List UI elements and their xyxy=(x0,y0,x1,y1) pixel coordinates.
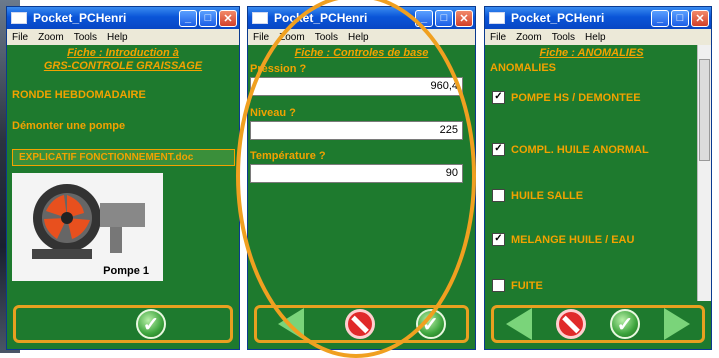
checkbox-huile-salle[interactable]: HUILE SALLE xyxy=(492,189,583,202)
menu-tools[interactable]: Tools xyxy=(74,32,97,43)
validate-button[interactable]: ✓ xyxy=(610,309,640,339)
menu-tools[interactable]: Tools xyxy=(552,32,575,43)
field-label-temperature: Température ? xyxy=(250,150,326,162)
minimize-button[interactable]: _ xyxy=(651,9,669,27)
minimize-button[interactable]: _ xyxy=(415,9,433,27)
checkbox-label: POMPE HS / DEMONTEE xyxy=(511,91,641,104)
window-icon xyxy=(252,12,268,24)
menu-help[interactable]: Help xyxy=(348,32,369,43)
checkbox-box[interactable]: ✓ xyxy=(492,233,505,246)
maximize-button[interactable]: □ xyxy=(435,9,453,27)
menu-file[interactable]: File xyxy=(253,32,269,43)
ronde-label: RONDE HEBDOMADAIRE xyxy=(12,89,146,101)
field-label-pression: Pression ? xyxy=(250,63,307,75)
checkbox-label: COMPL. HUILE ANORMAL xyxy=(511,143,649,156)
window-icon xyxy=(11,12,27,24)
window-icon xyxy=(489,12,505,24)
doc-link-button[interactable]: EXPLICATIF FONCTIONNEMENT.doc xyxy=(12,149,235,166)
checkbox-box[interactable] xyxy=(492,279,505,292)
checkbox-label: FUITE xyxy=(511,279,543,292)
action-bar: ✓ xyxy=(13,305,233,343)
minimize-button[interactable]: _ xyxy=(179,9,197,27)
titlebar: Pocket_PCHenri _ □ ✕ xyxy=(485,7,711,29)
niveau-input[interactable]: 225 xyxy=(250,121,463,140)
window-anomalies: Pocket_PCHenri _ □ ✕ File Zoom Tools Hel… xyxy=(484,6,712,350)
demonter-label: Démonter une pompe xyxy=(12,120,126,132)
menubar: File Zoom Tools Help xyxy=(7,29,239,45)
validate-button[interactable]: ✓ xyxy=(415,309,446,339)
vertical-scrollbar[interactable] xyxy=(697,45,711,301)
checkbox-box[interactable]: ✓ xyxy=(492,91,505,104)
menu-file[interactable]: File xyxy=(12,32,28,43)
content: Fiche : Introduction à GRS-CONTROLE GRAI… xyxy=(7,45,239,301)
window-title: Pocket_PCHenri xyxy=(274,11,368,25)
menubar: File Zoom Tools Help xyxy=(485,29,711,45)
window-title: Pocket_PCHenri xyxy=(511,11,605,25)
checkbox-box[interactable]: ✓ xyxy=(492,143,505,156)
checkbox-label: HUILE SALLE xyxy=(511,189,584,202)
action-bar: ✓ xyxy=(491,305,705,343)
content: Fiche : Controles de base Pression ? 960… xyxy=(248,45,475,301)
maximize-button[interactable]: □ xyxy=(199,9,217,27)
action-bar: ✓ xyxy=(254,305,469,343)
fiche-title-line1[interactable]: Fiche : Introduction à xyxy=(7,47,239,60)
next-arrow-icon[interactable] xyxy=(664,308,690,340)
previous-arrow-icon[interactable] xyxy=(277,308,304,340)
checkbox-label: MELANGE HUILE / EAU xyxy=(511,233,635,246)
temperature-input[interactable]: 90 xyxy=(250,164,463,183)
menu-help[interactable]: Help xyxy=(585,32,606,43)
checkbox-box[interactable] xyxy=(492,189,505,202)
anomalies-heading: ANOMALIES xyxy=(490,62,556,74)
checkbox-compl-huile[interactable]: ✓ COMPL. HUILE ANORMAL xyxy=(492,143,649,156)
titlebar: Pocket_PCHenri _ □ ✕ xyxy=(248,7,475,29)
fiche-title[interactable]: Fiche : ANOMALIES xyxy=(485,47,698,60)
scrollbar-thumb[interactable] xyxy=(699,59,710,161)
cancel-button[interactable] xyxy=(344,309,375,339)
fiche-title[interactable]: Fiche : Controles de base xyxy=(248,47,475,60)
maximize-button[interactable]: □ xyxy=(671,9,689,27)
validate-button[interactable]: ✓ xyxy=(136,309,166,339)
checkbox-pompe-hs[interactable]: ✓ POMPE HS / DEMONTEE xyxy=(492,91,641,104)
checkbox-fuite[interactable]: FUITE xyxy=(492,279,543,292)
menu-file[interactable]: File xyxy=(490,32,506,43)
pump-image[interactable]: Pompe 1 xyxy=(12,173,163,281)
field-label-niveau: Niveau ? xyxy=(250,107,296,119)
pump-caption: Pompe 1 xyxy=(103,265,149,277)
cancel-button[interactable] xyxy=(556,309,586,339)
window-title: Pocket_PCHenri xyxy=(33,11,127,25)
menubar: File Zoom Tools Help xyxy=(248,29,475,45)
menu-zoom[interactable]: Zoom xyxy=(38,32,64,43)
menu-zoom[interactable]: Zoom xyxy=(279,32,305,43)
menu-zoom[interactable]: Zoom xyxy=(516,32,542,43)
checkbox-melange[interactable]: ✓ MELANGE HUILE / EAU xyxy=(492,233,634,246)
window-controles: Pocket_PCHenri _ □ ✕ File Zoom Tools Hel… xyxy=(247,6,476,350)
menu-help[interactable]: Help xyxy=(107,32,128,43)
content: Fiche : ANOMALIES ANOMALIES ✓ POMPE HS /… xyxy=(485,45,698,301)
previous-arrow-icon[interactable] xyxy=(506,308,532,340)
close-button[interactable]: ✕ xyxy=(455,9,473,27)
pression-input[interactable]: 960,4 xyxy=(250,77,463,96)
titlebar: Pocket_PCHenri _ □ ✕ xyxy=(7,7,239,29)
menu-tools[interactable]: Tools xyxy=(315,32,338,43)
close-button[interactable]: ✕ xyxy=(691,9,709,27)
window-intro: Pocket_PCHenri _ □ ✕ File Zoom Tools Hel… xyxy=(6,6,240,350)
close-button[interactable]: ✕ xyxy=(219,9,237,27)
fiche-title-line2[interactable]: GRS-CONTROLE GRAISSAGE xyxy=(7,60,239,73)
